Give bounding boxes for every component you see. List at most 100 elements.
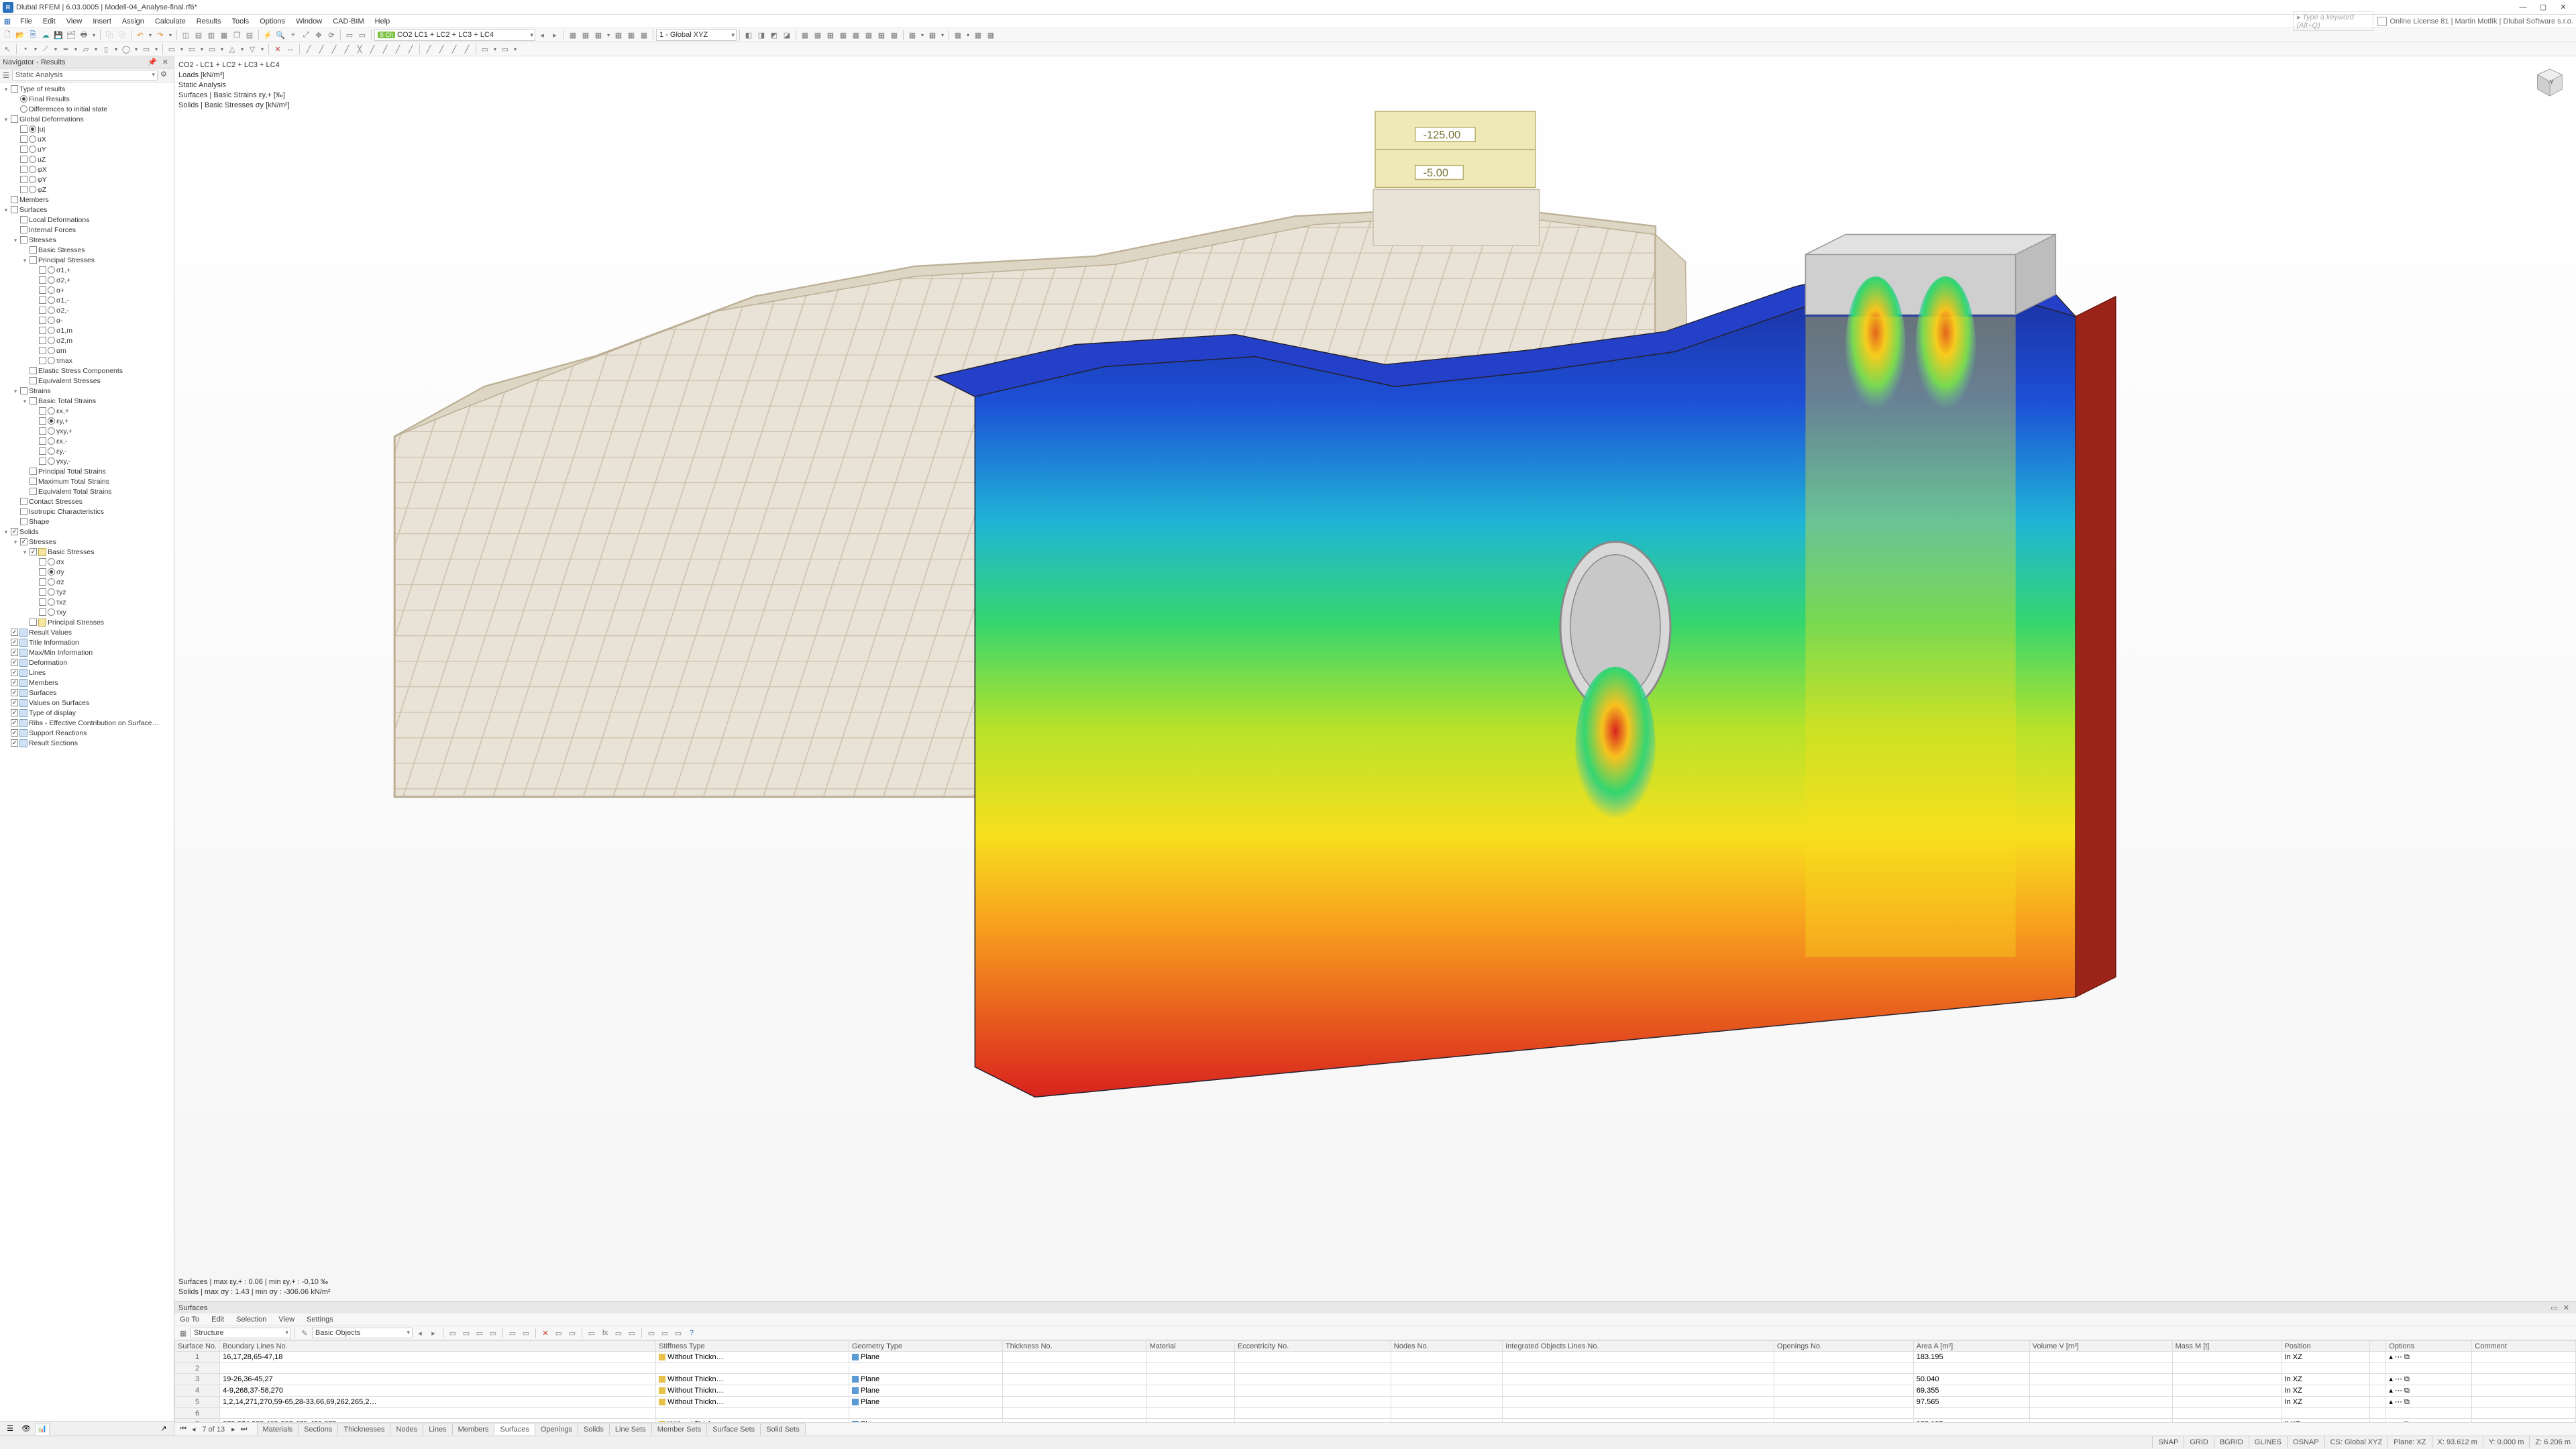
tree-item[interactable]: Basic Stresses	[20, 547, 174, 557]
nav-mode-icon[interactable]: ☰	[3, 71, 9, 80]
tree-item[interactable]: Type of display	[1, 708, 174, 718]
tree-item[interactable]: Solids	[1, 527, 174, 537]
tree-item[interactable]: Stresses	[11, 537, 174, 547]
tmenu-view[interactable]: View	[276, 1315, 297, 1324]
tmenu-goto[interactable]: Go To	[177, 1315, 202, 1324]
table-icon[interactable]: ▤	[244, 29, 256, 41]
table-category-combo[interactable]: Structure	[191, 1328, 291, 1338]
checkbox[interactable]	[20, 236, 28, 244]
d15-icon[interactable]: ▭	[499, 43, 511, 55]
table-tab[interactable]: Sections	[298, 1424, 338, 1435]
table-tab[interactable]: Members	[452, 1424, 495, 1435]
checkbox[interactable]	[39, 568, 46, 576]
pager-first-icon[interactable]: ⏮	[177, 1425, 189, 1434]
checkbox[interactable]	[30, 468, 37, 475]
table-tab[interactable]: Line Sets	[609, 1424, 652, 1435]
table-row[interactable]: 116,17,28,65-47,18Without Thickn…Plane18…	[175, 1352, 2576, 1363]
tt-del-icon[interactable]: ✕	[539, 1327, 551, 1339]
radio[interactable]	[48, 266, 55, 274]
radio[interactable]	[48, 357, 55, 364]
checkbox[interactable]	[11, 196, 18, 203]
column-header[interactable]: Area A [m²]	[1913, 1341, 2029, 1352]
checkbox[interactable]	[30, 367, 37, 374]
tree-item[interactable]: Stresses	[11, 235, 174, 245]
column-header[interactable]: Volume V [m³]	[2029, 1341, 2172, 1352]
checkbox[interactable]	[20, 226, 28, 233]
column-header[interactable]: Surface No.	[175, 1341, 220, 1352]
radio[interactable]	[29, 146, 36, 153]
radio[interactable]	[48, 558, 55, 566]
radio[interactable]	[48, 286, 55, 294]
checkbox[interactable]	[20, 125, 28, 133]
tt5-icon[interactable]: ▭	[506, 1327, 519, 1339]
tt15-icon[interactable]: ▭	[672, 1327, 684, 1339]
radio[interactable]	[48, 407, 55, 415]
tree-item[interactable]: αm	[30, 345, 174, 356]
table-row[interactable]: 319-26,36-45,27Without Thickn…Plane50.04…	[175, 1374, 2576, 1385]
checkbox[interactable]	[20, 166, 28, 173]
tree-item[interactable]: uY	[11, 144, 174, 154]
menu-edit[interactable]: Edit	[38, 16, 61, 27]
navtab-results-icon[interactable]: 📊	[35, 1423, 50, 1435]
column-header[interactable]: Options	[2386, 1341, 2472, 1352]
t06-icon[interactable]: ▦	[638, 29, 650, 41]
filter-icon[interactable]: ▭	[343, 29, 356, 41]
tmenu-edit[interactable]: Edit	[209, 1315, 227, 1324]
table-tab[interactable]: Lines	[423, 1424, 452, 1435]
tree-item[interactable]: Ribs - Effective Contribution on Surface…	[1, 718, 174, 728]
tree-item[interactable]: τyz	[30, 587, 174, 597]
tobj-pencil-icon[interactable]: ✎	[299, 1327, 311, 1339]
checkbox[interactable]	[11, 739, 18, 747]
table-tab[interactable]: Solid Sets	[760, 1424, 806, 1435]
tree-item[interactable]: εx,-	[30, 436, 174, 446]
tree-item[interactable]: Equivalent Stresses	[20, 376, 174, 386]
tree-item[interactable]: σ2,+	[30, 275, 174, 285]
tree-item[interactable]: εx,+	[30, 406, 174, 416]
t14-icon[interactable]: ▦	[799, 29, 811, 41]
solid-icon[interactable]: ▯	[100, 43, 112, 55]
checkbox[interactable]	[11, 115, 18, 123]
tree-item[interactable]: α+	[30, 285, 174, 295]
checkbox[interactable]	[39, 266, 46, 274]
status-osnap[interactable]: OSNAP	[2287, 1436, 2324, 1448]
radio[interactable]	[48, 276, 55, 284]
column-header[interactable]	[2369, 1341, 2386, 1352]
cs-combo[interactable]: 1 - Global XYZ	[656, 29, 737, 41]
checkbox[interactable]	[11, 206, 18, 213]
saveall-icon[interactable]: 🗂	[65, 29, 77, 41]
tree-item[interactable]: Internal Forces	[11, 225, 174, 235]
tree-item[interactable]: uZ	[11, 154, 174, 164]
checkbox[interactable]	[39, 327, 46, 334]
t05-icon[interactable]: ▦	[625, 29, 637, 41]
checkbox[interactable]	[11, 85, 18, 93]
tt1-icon[interactable]: ▭	[447, 1327, 459, 1339]
d8-icon[interactable]: ╱	[392, 43, 404, 55]
menu-cadbim[interactable]: CAD-BIM	[327, 16, 369, 27]
checkbox[interactable]	[11, 649, 18, 656]
tree-item[interactable]: Result Sections	[1, 738, 174, 748]
checkbox[interactable]	[39, 286, 46, 294]
column-header[interactable]: Material	[1146, 1341, 1234, 1352]
radio[interactable]	[20, 105, 28, 113]
d10-icon[interactable]: ╱	[423, 43, 435, 55]
d14-icon[interactable]: ▭	[479, 43, 491, 55]
t24-icon[interactable]: ▦	[952, 29, 964, 41]
tree-item[interactable]: Principal Stresses	[20, 255, 174, 265]
checkbox[interactable]	[39, 407, 46, 415]
radio[interactable]	[29, 176, 36, 183]
menu-assign[interactable]: Assign	[117, 16, 150, 27]
d9-icon[interactable]: ╱	[405, 43, 417, 55]
window4-icon[interactable]: ▥	[205, 29, 217, 41]
column-header[interactable]: Openings No.	[1774, 1341, 1913, 1352]
radio[interactable]	[48, 578, 55, 586]
tt7-icon[interactable]: ▭	[553, 1327, 565, 1339]
license-info[interactable]: Online License 81 | Martin Motlík | Dlub…	[2377, 17, 2573, 26]
surface-icon[interactable]: ▱	[80, 43, 92, 55]
t18-icon[interactable]: ▦	[850, 29, 862, 41]
new-icon[interactable]: 🗋	[1, 29, 13, 41]
radio[interactable]	[29, 186, 36, 193]
tree-item[interactable]: Lines	[1, 667, 174, 678]
tree-item[interactable]: Deformation	[1, 657, 174, 667]
column-header[interactable]: Comment	[2472, 1341, 2576, 1352]
d3-icon[interactable]: ╱	[328, 43, 340, 55]
